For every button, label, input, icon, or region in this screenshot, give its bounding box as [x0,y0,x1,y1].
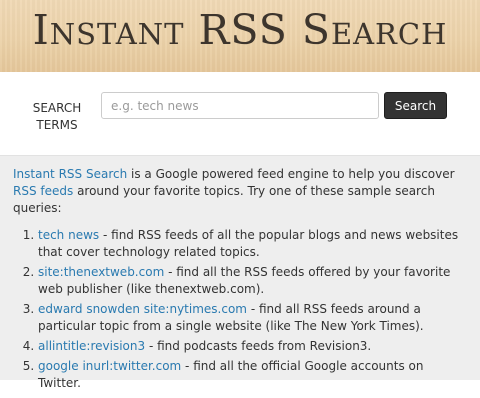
header-banner: Instant RSS Search [0,0,480,72]
list-item: tech news - find RSS feeds of all the po… [38,227,468,261]
query-link[interactable]: site:thenextweb.com [38,265,164,279]
info-panel: Instant RSS Search is a Google powered f… [0,155,480,390]
list-item: site:thenextweb.com - find all the RSS f… [38,264,468,298]
query-link[interactable]: tech news [38,228,99,242]
intro-paragraph: Instant RSS Search is a Google powered f… [13,166,468,217]
sample-queries-list: tech news - find RSS feeds of all the po… [13,227,468,392]
intro-text-1: is a Google powered feed engine to help … [127,167,455,181]
page-title: Instant RSS Search [32,6,448,54]
intro-text-2: around your favorite topics. Try one of … [13,184,435,215]
list-item: google inurl:twitter.com - find all the … [38,358,468,392]
search-terms-label: SEARCH TERMS [32,101,82,132]
query-description: - find RSS feeds of all the popular blog… [38,228,459,259]
search-input[interactable] [101,92,379,119]
app-link[interactable]: Instant RSS Search [13,167,127,181]
rss-feeds-link[interactable]: RSS feeds [13,184,73,198]
query-description: - find podcasts feeds from Revision3. [145,339,372,353]
query-link[interactable]: edward snowden site:nytimes.com [38,302,247,316]
list-item: allintitle:revision3 - find podcasts fee… [38,338,468,355]
query-link[interactable]: google inurl:twitter.com [38,359,181,373]
search-button[interactable]: Search [384,92,447,119]
list-item: edward snowden site:nytimes.com - find a… [38,301,468,335]
query-link[interactable]: allintitle:revision3 [38,339,145,353]
search-form: SEARCH TERMS Search [0,90,480,140]
